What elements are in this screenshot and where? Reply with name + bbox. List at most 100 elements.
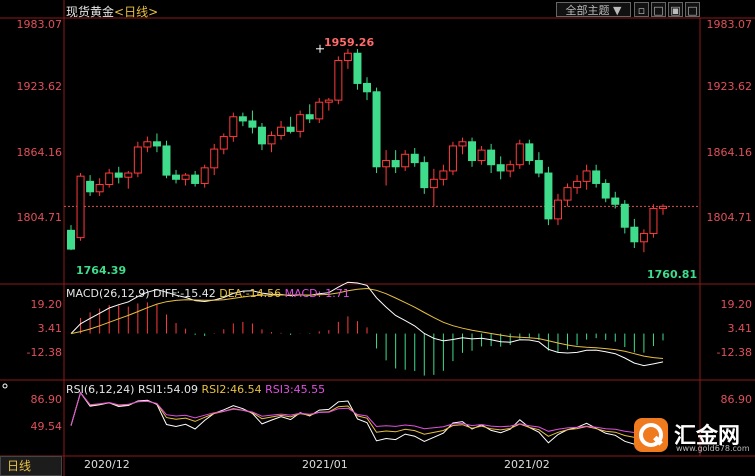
candle-body (229, 116, 238, 138)
timeframe-tab[interactable]: 日线 (0, 456, 62, 476)
close-icon: □ (687, 4, 698, 17)
rsi3-line (70, 391, 664, 434)
candle-body (219, 136, 228, 150)
candle-body (649, 207, 658, 234)
x-axis-label: 2021/02 (504, 458, 550, 471)
macd-axis-tick: 19.20 (720, 298, 753, 311)
candle-body (382, 160, 391, 168)
right-price-tick: 1864.16 (706, 146, 753, 159)
rsi2-line (70, 391, 664, 438)
left-price-tick: 1983.07 (16, 18, 63, 31)
candle-body (448, 145, 457, 172)
candle-body (439, 170, 448, 180)
right-price-tick: 1983.07 (706, 18, 753, 31)
macd-diff: DIFF:-15.42 (153, 287, 216, 300)
maximize-button[interactable]: ▣ (668, 2, 683, 17)
macd-value: MACD:-1.71 (284, 287, 350, 300)
candle-body (592, 170, 601, 184)
candle-body (114, 172, 123, 178)
candle-body (86, 180, 95, 193)
rsi-legend: RSI(6,12,24) RSI1:54.09 RSI2:46.54 RSI3:… (66, 383, 325, 396)
logo-url: www.gold678.com (676, 444, 750, 453)
rsi-lines (70, 391, 664, 445)
candle-body (659, 205, 667, 209)
candle-body (95, 183, 104, 193)
candle-body (105, 172, 114, 185)
candle-body (601, 182, 610, 199)
candle-body (286, 126, 295, 132)
macd-axis-tick: 19.20 (30, 298, 63, 311)
macd-axis-tick: -12.38 (716, 346, 752, 359)
rsi-params: RSI(6,12,24) (66, 383, 135, 396)
restore-icon: □ (653, 4, 664, 17)
low-annotation-right: 1760.81 (647, 268, 698, 281)
candle-body (191, 174, 200, 184)
candle-body (162, 145, 171, 176)
candle-body (620, 203, 629, 228)
candle-body (67, 229, 75, 250)
candle-body (267, 135, 276, 145)
macd-axis-tick: -12.38 (26, 346, 62, 359)
macd-params: MACD(26,12,9) (66, 287, 150, 300)
candle-body (639, 232, 648, 243)
macd-histogram (80, 302, 664, 376)
candle-body (410, 153, 419, 164)
theme-select-button[interactable]: 全部主题 ▼ (556, 2, 631, 17)
candle-body (477, 149, 486, 162)
minimize-icon: ▫ (637, 4, 646, 17)
candle-body (143, 141, 152, 148)
instrument-name: 现货黄金 (66, 5, 115, 19)
rsi-axis-tick: 86.90 (30, 393, 63, 406)
candle-body (573, 180, 582, 189)
timeframe-label[interactable]: <日线> (114, 5, 158, 19)
candle-body (152, 141, 161, 147)
candle-body (458, 141, 467, 147)
candle-body (76, 175, 85, 239)
rsi1-value: RSI1:54.09 (137, 383, 199, 396)
candle-body (324, 99, 333, 103)
candle-body (611, 197, 620, 205)
candle-body (630, 226, 639, 243)
macd-dea: DEA:-14.56 (219, 287, 282, 300)
theme-button-label: 全部主题 (565, 4, 610, 17)
candle-body (372, 91, 381, 168)
x-axis-label: 2021/01 (302, 458, 348, 471)
maximize-icon: ▣ (670, 4, 681, 17)
candle-body (181, 174, 190, 180)
rsi-axis-tick: 49.54 (30, 420, 63, 433)
candle-body (238, 116, 247, 122)
restore-button[interactable]: □ (651, 2, 666, 17)
candle-body (429, 178, 438, 189)
candle-body (391, 160, 400, 168)
rsi2-value: RSI2:46.54 (201, 383, 262, 396)
candle-body (363, 82, 371, 93)
candle-body (315, 101, 324, 120)
macd-axis-tick: 3.41 (37, 322, 63, 335)
candle-body (468, 141, 477, 162)
page-title: 现货黄金<日线> (66, 3, 158, 20)
left-price-tick: 1864.16 (16, 146, 63, 159)
candlestick-series (67, 44, 667, 253)
high-annotation: 1959.26 (324, 36, 375, 49)
low-annotation-left: 1764.39 (76, 264, 127, 277)
right-price-tick: 1923.62 (706, 80, 753, 93)
x-axis-label: 2020/12 (84, 458, 130, 471)
candle-body (277, 126, 286, 137)
macd-legend: MACD(26,12,9) DIFF:-15.42 DEA:-14.56 MAC… (66, 287, 350, 300)
candle-body (257, 126, 266, 145)
candle-body (420, 162, 429, 189)
candle-body (544, 172, 553, 220)
minimize-button[interactable]: ▫ (634, 2, 649, 17)
candle-body (563, 187, 572, 201)
close-button[interactable]: □ (685, 2, 700, 17)
candle-body (401, 153, 410, 168)
right-price-tick: 1804.71 (706, 211, 753, 224)
rsi-axis-tick: 86.90 (720, 393, 753, 406)
candle-body (133, 146, 142, 174)
candle-body (296, 114, 305, 132)
candle-body (582, 170, 591, 182)
left-price-tick: 1804.71 (16, 211, 63, 224)
candle-body (343, 52, 352, 62)
left-price-tick: 1923.62 (16, 80, 63, 93)
candle-body (248, 120, 257, 128)
